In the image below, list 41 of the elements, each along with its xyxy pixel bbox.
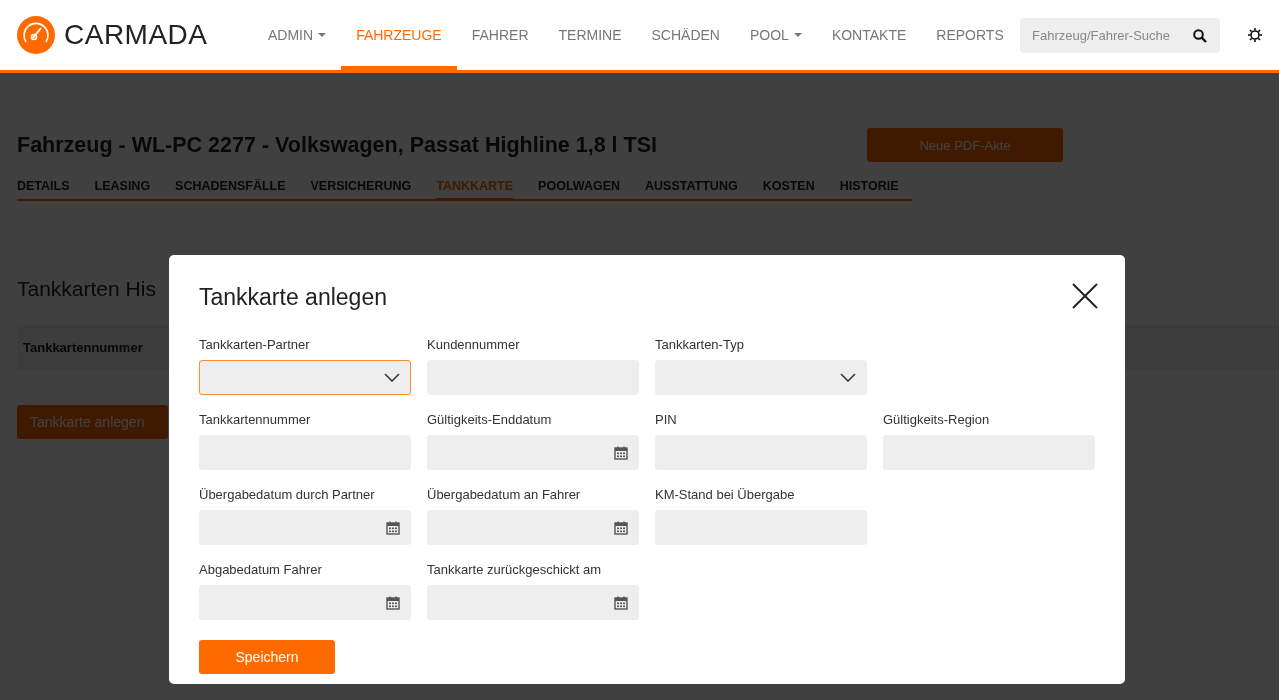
- field-label: Tankkarten-Typ: [655, 337, 745, 352]
- calendar-icon[interactable]: [614, 520, 628, 535]
- field-label: Abgabedatum Fahrer: [199, 562, 323, 577]
- nav-link[interactable]: ADMIN: [253, 0, 342, 70]
- date-field[interactable]: [427, 585, 639, 620]
- page-title: Fahrzeug - WL-PC 2277 - Volkswagen, Passat Highline 1,8 l TSI: [17, 132, 657, 158]
- speedometer-logo-icon: [17, 16, 55, 54]
- select-field[interactable]: [199, 360, 411, 395]
- date-field[interactable]: [199, 510, 411, 545]
- search-icon[interactable]: [1193, 28, 1207, 43]
- calendar-icon[interactable]: [386, 520, 400, 535]
- nav-link[interactable]: KONTAKTE: [816, 0, 922, 70]
- calendar-icon[interactable]: [614, 445, 628, 460]
- chevron-down-icon: [840, 373, 856, 382]
- calendar-icon[interactable]: [614, 595, 628, 610]
- section-title: Tankkarten His: [17, 277, 156, 301]
- field-label: KM-Stand bei Übergabe: [655, 487, 796, 502]
- field-label: Tankkartennummer: [199, 412, 312, 427]
- logo-text: CARMADA: [64, 19, 208, 51]
- date-field[interactable]: [427, 435, 639, 470]
- date-field[interactable]: [427, 510, 639, 545]
- field-label: Tankkarten-Partner: [199, 337, 311, 352]
- date-field[interactable]: [199, 585, 411, 620]
- nav-link[interactable]: TERMINE: [543, 0, 637, 70]
- field-label: Kundennummer: [427, 337, 521, 352]
- settings-icon[interactable]: [1248, 28, 1262, 42]
- nav-link[interactable]: REPORTS: [921, 0, 1019, 70]
- modal-title: Tankkarte anlegen: [199, 284, 387, 311]
- field-label: Gültigkeits-Region: [883, 412, 991, 427]
- field-label: Übergabedatum durch Partner: [199, 487, 376, 502]
- calendar-icon[interactable]: [386, 595, 400, 610]
- nav-link[interactable]: FAHRER: [456, 0, 544, 70]
- field-label: Tankkarte zurückgeschickt am: [427, 562, 603, 577]
- save-button[interactable]: Speichern: [199, 640, 335, 674]
- chevron-down-icon: [384, 373, 400, 382]
- field-label: Übergabedatum an Fahrer: [427, 487, 582, 502]
- field-label: Gültigkeits-Enddatum: [427, 412, 553, 427]
- nav-link[interactable]: SCHÄDEN: [636, 0, 735, 70]
- nav-link[interactable]: POOL: [734, 0, 817, 70]
- field-label: PIN: [655, 412, 678, 427]
- search-field[interactable]: Fahrzeug/Fahrer-Suche: [1020, 17, 1220, 53]
